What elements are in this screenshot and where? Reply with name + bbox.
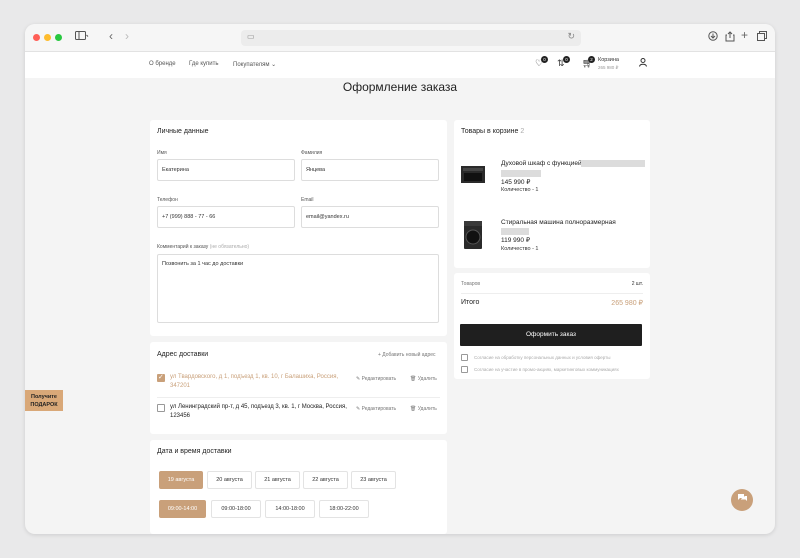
washer-image[interactable] [462, 220, 484, 250]
favorites-icon[interactable]: ♡ 0 [535, 56, 548, 69]
cart-card: Товары в корзине 2 Духовой шкаф с функци… [454, 120, 650, 268]
add-address-button[interactable]: + Добавить новый адрес [378, 352, 436, 358]
address-1-edit-button[interactable]: ✎ Редактировать [356, 376, 396, 382]
address-2-edit-button[interactable]: ✎ Редактировать [356, 406, 396, 412]
product-2-name[interactable]: Стиральная машина полноразмерная [501, 219, 616, 226]
page-title: Оформление заказа [342, 80, 458, 94]
delivery-address-title: Адрес доставки [157, 351, 209, 358]
last-name-label: Фамилия [301, 150, 323, 156]
delivery-datetime-title: Дата и время доставки [157, 448, 232, 455]
last-name-field[interactable]: Янцева [301, 159, 439, 181]
consent-1-text: Согласие на обработку персональных данны… [474, 355, 611, 360]
time-chip[interactable]: 18:00-22:00 [319, 500, 369, 518]
total-label: Итого [461, 299, 480, 306]
cart-title: Товары в корзине 2 [461, 128, 525, 135]
personal-data-card: Личные данные Имя Екатерина Фамилия Янце… [150, 120, 447, 336]
tabs-icon[interactable] [757, 31, 767, 46]
time-chip[interactable]: 14:00-18:00 [265, 500, 315, 518]
nav-about-brand[interactable]: О бренде [149, 61, 176, 67]
site-header: О бренде Где купить Покупателям ⌄ ♡ 0 ⇅ 0 … [25, 52, 775, 78]
product-2-price: 119 990 ₽ [501, 237, 530, 244]
page-icon: ▭ [247, 32, 255, 41]
time-chip[interactable]: 09:00-14:00 [159, 500, 206, 518]
close-window-button[interactable] [33, 34, 40, 41]
address-1-text[interactable]: ул Твардовского, д 1, подъезд 1, кв. 10,… [170, 373, 348, 391]
address-1-checkbox[interactable] [157, 373, 165, 382]
cart-badge: 2 [588, 56, 595, 63]
reload-icon[interactable]: ↻ [567, 31, 575, 42]
nav-where-to-buy[interactable]: Где купить [189, 61, 219, 67]
sidebar-icon[interactable] [75, 31, 89, 46]
nav-customers[interactable]: Покупателям ⌄ [233, 61, 276, 68]
browser-window: ‹ › ▭ ↻ + О бренде Где купить Покупателя… [25, 24, 775, 534]
address-2-checkbox[interactable] [157, 404, 165, 412]
chat-icon[interactable] [731, 489, 753, 511]
phone-label: Телефон [157, 197, 178, 203]
product-1-name[interactable]: Духовой шкаф с функцией [501, 160, 582, 167]
redacted-text [501, 228, 529, 235]
comment-label: Комментарий к заказу (не обязательно) [157, 244, 250, 250]
chevron-down-icon: ⌄ [271, 62, 277, 68]
address-bar[interactable]: ▭ ↻ [241, 30, 581, 46]
phone-field[interactable]: +7 (999) 888 - 77 - 66 [157, 206, 295, 228]
new-tab-icon[interactable]: + [741, 28, 748, 42]
download-icon[interactable] [708, 31, 718, 46]
gift-line-2: ПОДАРОК [30, 402, 58, 408]
personal-data-title: Личные данные [157, 128, 209, 135]
date-chip[interactable]: 19 августа [159, 471, 203, 489]
comment-optional-note: (не обязательно) [209, 244, 250, 250]
email-label: Email [301, 197, 314, 203]
goods-value: 2 шт. [631, 281, 643, 287]
delivery-address-card: Адрес доставки + Добавить новый адрес ул… [150, 342, 447, 434]
redacted-text [501, 170, 541, 177]
cart-label[interactable]: Корзина [598, 57, 619, 63]
product-1-price: 145 990 ₽ [501, 179, 531, 186]
email-field[interactable]: email@yandex.ru [301, 206, 439, 228]
user-icon[interactable] [639, 58, 647, 69]
date-chip[interactable]: 20 августа [207, 471, 252, 489]
consent-1-checkbox[interactable] [461, 354, 468, 361]
first-name-field[interactable]: Екатерина [157, 159, 295, 181]
comment-textarea[interactable]: Позвонить за 1 час до доставки [157, 254, 439, 323]
browser-titlebar: ‹ › ▭ ↻ + [25, 24, 775, 52]
address-1-delete-button[interactable]: 🗑︎ Удалить [410, 376, 437, 382]
date-chip[interactable]: 23 августа [351, 471, 396, 489]
product-1-qty: Количество - 1 [501, 187, 539, 193]
date-chip[interactable]: 21 августа [255, 471, 300, 489]
share-icon[interactable] [725, 31, 735, 47]
first-name-label: Имя [157, 150, 167, 156]
redacted-text [581, 160, 645, 167]
summary-divider [461, 293, 643, 294]
compare-icon[interactable]: ⇅ 0 [557, 56, 570, 69]
total-value: 265 980 ₽ [611, 300, 643, 307]
consent-2-text: Согласие на участие в промо-акциях, марк… [474, 367, 619, 372]
cart-sum: 265 980 ₽ [598, 65, 619, 70]
place-order-button[interactable]: Оформить заказ [460, 324, 642, 346]
time-chip[interactable]: 09:00-18:00 [211, 500, 261, 518]
favorites-badge: 0 [541, 56, 548, 63]
address-2-delete-button[interactable]: 🗑︎ Удалить [410, 406, 437, 412]
oven-image[interactable] [460, 162, 486, 186]
address-divider [157, 397, 440, 398]
cart-icon[interactable]: 🛒︎ 2 [582, 56, 595, 69]
consent-2-checkbox[interactable] [461, 366, 468, 373]
maximize-window-button[interactable] [55, 34, 62, 41]
minimize-window-button[interactable] [44, 34, 51, 41]
gift-banner[interactable]: Получите ПОДАРОК [25, 390, 63, 411]
product-2-qty: Количество - 1 [501, 246, 539, 252]
chevron-left-icon[interactable]: ‹ [109, 29, 113, 43]
goods-label: Товаров [461, 281, 481, 287]
address-2-text[interactable]: ул Ленинградский пр-т, д 45, подъезд 3, … [170, 403, 348, 421]
delivery-datetime-card: Дата и время доставки 19 августа 20 авгу… [150, 440, 447, 534]
cart-count: 2 [520, 128, 525, 135]
chevron-right-icon[interactable]: › [125, 29, 129, 43]
gift-line-1: Получите [31, 394, 57, 400]
compare-badge: 0 [563, 56, 570, 63]
date-chip[interactable]: 22 августа [303, 471, 348, 489]
